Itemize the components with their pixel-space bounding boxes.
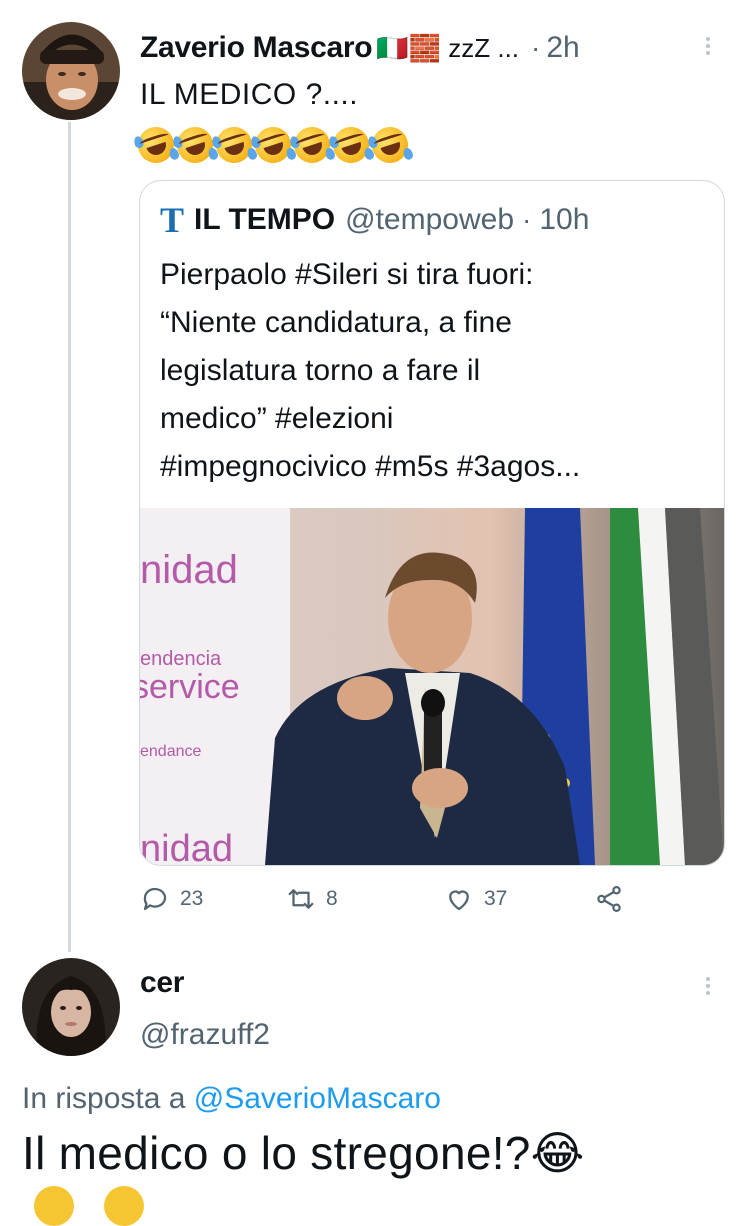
quoted-handle[interactable]: @tempoweb — [345, 203, 514, 237]
retweet-icon — [288, 889, 314, 909]
quoted-text: Pierpaolo #Sileri si tira fuori: “Niente… — [160, 251, 716, 491]
reply-count: 23 — [180, 887, 204, 910]
quoted-text-line: “Niente candidatura, a fine — [160, 306, 512, 339]
author-avatar[interactable] — [22, 22, 120, 120]
in-reply-handle-link[interactable]: @SaverioMascaro — [194, 1082, 441, 1115]
rofl-emoji-icon — [366, 122, 415, 168]
quoted-text-line: Pierpaolo #Sileri si tira fuori: — [160, 258, 534, 291]
quoted-time-separator: · — [522, 204, 532, 235]
rofl-emoji-icon — [132, 122, 181, 168]
rofl-emoji-icon — [210, 122, 259, 168]
tweet-header: Zaverio Mascaro 🇮🇹🧱 zzZ ... · 2h — [140, 28, 580, 68]
like-count: 37 — [484, 887, 508, 910]
reply-author-avatar[interactable] — [22, 958, 120, 1056]
photo-banner-word: service — [140, 668, 240, 706]
quoted-tweet-card[interactable]: T IL TEMPO @tempoweb · 10h Pierpaolo #Si… — [139, 180, 725, 866]
quoted-text-line: medico” #elezioni — [160, 402, 394, 435]
tweet-text: IL MEDICO ?.... — [140, 78, 359, 111]
in-reply-prefix: In risposta a — [22, 1082, 186, 1115]
tweet-time[interactable]: 2h — [546, 31, 579, 65]
in-reply-to: In risposta a @SaverioMascaro — [22, 1082, 441, 1116]
retweet-count: 8 — [326, 887, 338, 910]
like-icon — [449, 890, 469, 911]
retweet-button[interactable]: 8 — [286, 884, 338, 914]
partial-emoji-icon — [104, 1186, 144, 1226]
author-name[interactable]: Zaverio Mascaro — [140, 31, 373, 65]
quoted-photo[interactable]: nidad endencia service endance nidad — [140, 508, 724, 865]
more-icon[interactable] — [704, 34, 712, 58]
rofl-emoji-icon — [249, 122, 298, 168]
partial-emoji-icon — [34, 1186, 74, 1226]
more-icon[interactable] — [704, 974, 712, 998]
share-icon — [597, 886, 621, 912]
reply-text: Il medico o lo stregone!?😂 — [22, 1127, 585, 1179]
reply-author-name[interactable]: cer — [140, 966, 184, 1000]
rofl-emoji-icon — [288, 122, 337, 168]
photo-banner-word: nidad — [140, 548, 238, 592]
time-separator: · — [531, 32, 541, 63]
quoted-source-name[interactable]: IL TEMPO — [194, 203, 335, 237]
quoted-time: 10h — [539, 203, 590, 236]
rofl-emoji-icon — [171, 122, 220, 168]
photo-banner-word: endance — [140, 743, 202, 760]
quoted-text-line: #impegnocivico #m5s #3agos... — [160, 450, 581, 483]
like-button[interactable]: 37 — [444, 884, 507, 914]
quoted-text-line: legislatura torno a fare il — [160, 354, 481, 387]
reply-author-handle[interactable]: @frazuff2 — [140, 1018, 270, 1052]
rofl-emoji-icon — [327, 122, 376, 168]
photo-banner-word: nidad — [140, 828, 233, 865]
share-button[interactable] — [594, 884, 624, 914]
thread-line — [68, 122, 71, 952]
author-name-emojis: 🇮🇹🧱 zzZ ... — [376, 32, 520, 63]
reply-button[interactable]: 23 — [140, 884, 203, 914]
quoted-header: T IL TEMPO @tempoweb · 10h — [160, 199, 589, 241]
il-tempo-logo-icon: T — [160, 200, 185, 240]
emoji-row — [132, 122, 415, 168]
reply-icon — [143, 887, 167, 911]
